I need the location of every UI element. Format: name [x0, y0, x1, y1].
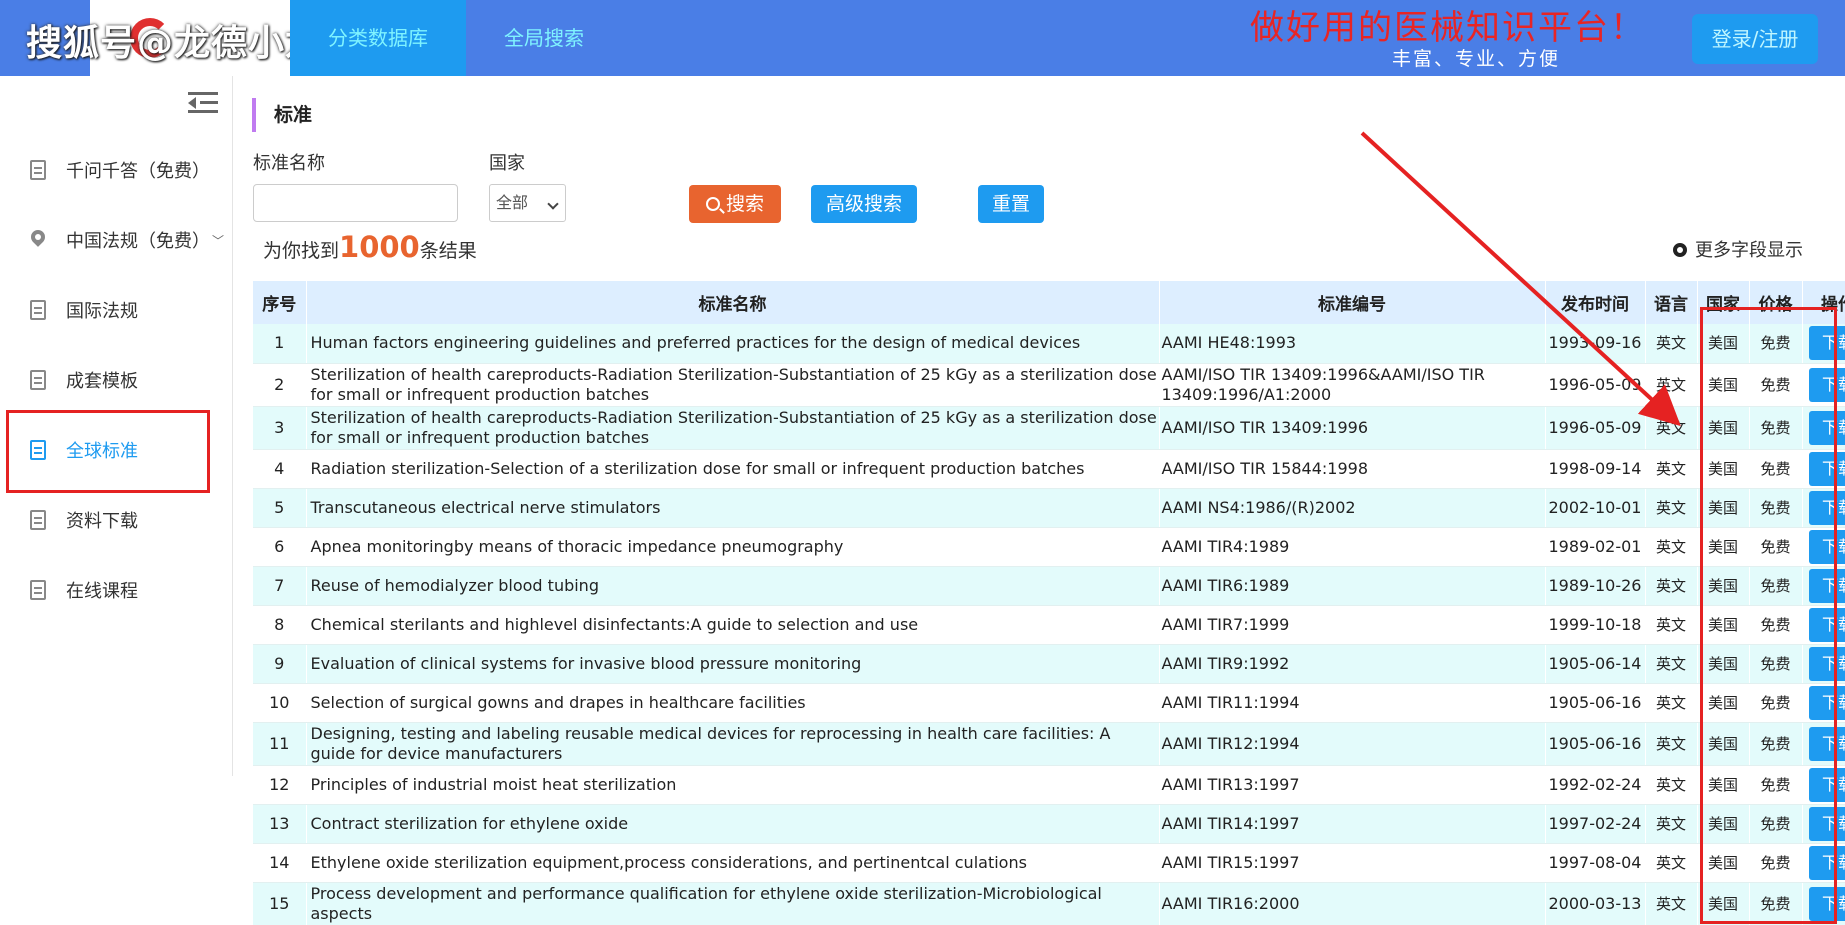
annotation-arrow — [1360, 131, 1681, 427]
